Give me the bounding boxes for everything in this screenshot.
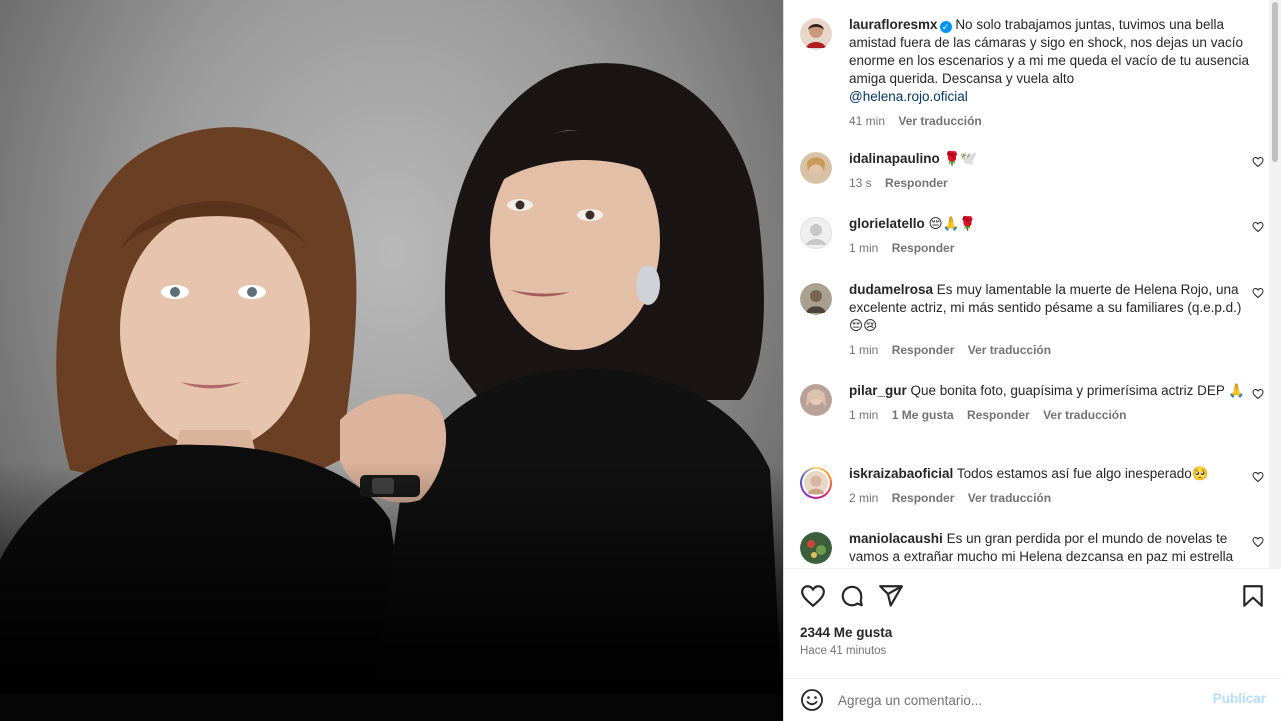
comments-scroll-area[interactable]: laurafloresmx ✓ No solo trabajamos juntas…	[784, 0, 1270, 568]
comment-username[interactable]: glorielatello	[849, 216, 925, 231]
translate-button[interactable]: Ver traducción	[1043, 408, 1126, 422]
commenter-avatar-story-ring[interactable]	[800, 467, 832, 499]
emoji-icon[interactable]	[800, 688, 824, 712]
comment-username[interactable]: maniolacaushi	[849, 531, 943, 546]
comment-username[interactable]: iskraizabaoficial	[849, 466, 953, 481]
reply-button[interactable]: Responder	[892, 343, 955, 357]
verified-badge-icon: ✓	[939, 21, 952, 33]
comment-likes-count[interactable]: 1 Me gusta	[892, 408, 954, 422]
comment-username[interactable]: pilar_gur	[849, 383, 907, 398]
bookmark-icon[interactable]	[1240, 583, 1266, 609]
commenter-avatar[interactable]	[800, 217, 832, 249]
comment-time[interactable]: 1 min	[849, 241, 878, 255]
comment-text: Todos estamos así fue algo inesperado🥺	[956, 466, 1209, 481]
add-comment-bar: Publicar	[784, 678, 1281, 721]
likes-count[interactable]: 2344 Me gusta	[800, 625, 892, 640]
reply-button[interactable]: Responder	[892, 241, 955, 255]
reply-button[interactable]: Responder	[885, 176, 948, 190]
comment-like-heart-icon[interactable]	[1252, 287, 1264, 299]
reply-button[interactable]: Responder	[967, 408, 1030, 422]
heart-icon[interactable]	[800, 583, 826, 609]
comment-time[interactable]: 2 min	[849, 491, 878, 505]
author-avatar[interactable]	[800, 18, 832, 50]
comment-like-heart-icon[interactable]	[1252, 221, 1264, 233]
commenter-avatar[interactable]	[800, 152, 832, 184]
comment-like-heart-icon[interactable]	[1252, 471, 1264, 483]
share-icon[interactable]	[878, 583, 904, 609]
comment-input[interactable]	[838, 687, 1198, 713]
commenter-avatar[interactable]	[800, 532, 832, 564]
translate-button[interactable]: Ver traducción	[968, 343, 1051, 357]
publish-button[interactable]: Publicar	[1213, 691, 1266, 706]
commenter-avatar[interactable]	[800, 384, 832, 416]
caption-time[interactable]: 41 min	[849, 114, 885, 128]
comment-like-heart-icon[interactable]	[1252, 156, 1264, 168]
comment-username[interactable]: dudamelrosa	[849, 282, 933, 297]
comments-scrollbar[interactable]	[1269, 0, 1281, 568]
post-timestamp[interactable]: Hace 41 minutos	[800, 645, 886, 657]
comment-time[interactable]: 1 min	[849, 408, 878, 422]
post-actions-bar: 2344 Me gusta Hace 41 minutos	[784, 568, 1281, 678]
post-detail-panel: laurafloresmx ✓ No solo trabajamos juntas…	[783, 0, 1281, 721]
caption-mention[interactable]: @helena.rojo.oficial	[849, 89, 968, 104]
comment-time[interactable]: 1 min	[849, 343, 878, 357]
comment-text: 🌹🕊️	[943, 151, 978, 166]
author-username[interactable]: laurafloresmx	[849, 17, 938, 32]
comment-icon[interactable]	[839, 583, 865, 609]
caption-translate-button[interactable]: Ver traducción	[898, 114, 981, 128]
comment-username[interactable]: idalinapaulino	[849, 151, 940, 166]
scrollbar-thumb[interactable]	[1272, 2, 1278, 162]
translate-button[interactable]: Ver traducción	[968, 491, 1051, 505]
reply-button[interactable]: Responder	[892, 491, 955, 505]
post-photo[interactable]	[0, 0, 783, 721]
commenter-avatar[interactable]	[800, 283, 832, 315]
comment-text: 😔🙏🌹	[928, 216, 977, 231]
comment-time[interactable]: 13 s	[849, 176, 872, 190]
comment-text: Que bonita foto, guapísima y primerísima…	[910, 383, 1246, 398]
comment-like-heart-icon[interactable]	[1252, 536, 1264, 548]
comment-like-heart-icon[interactable]	[1252, 388, 1264, 400]
